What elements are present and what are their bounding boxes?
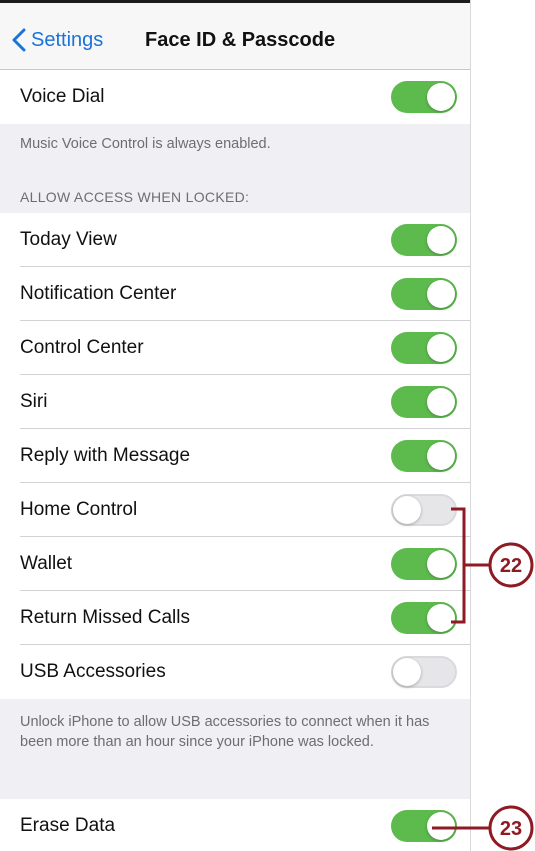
callout-number-22: 22 bbox=[500, 555, 522, 577]
callout-bracket-line bbox=[451, 507, 490, 624]
callout-overlay: 22 23 bbox=[432, 507, 534, 851]
callout-number-23: 23 bbox=[500, 818, 522, 840]
